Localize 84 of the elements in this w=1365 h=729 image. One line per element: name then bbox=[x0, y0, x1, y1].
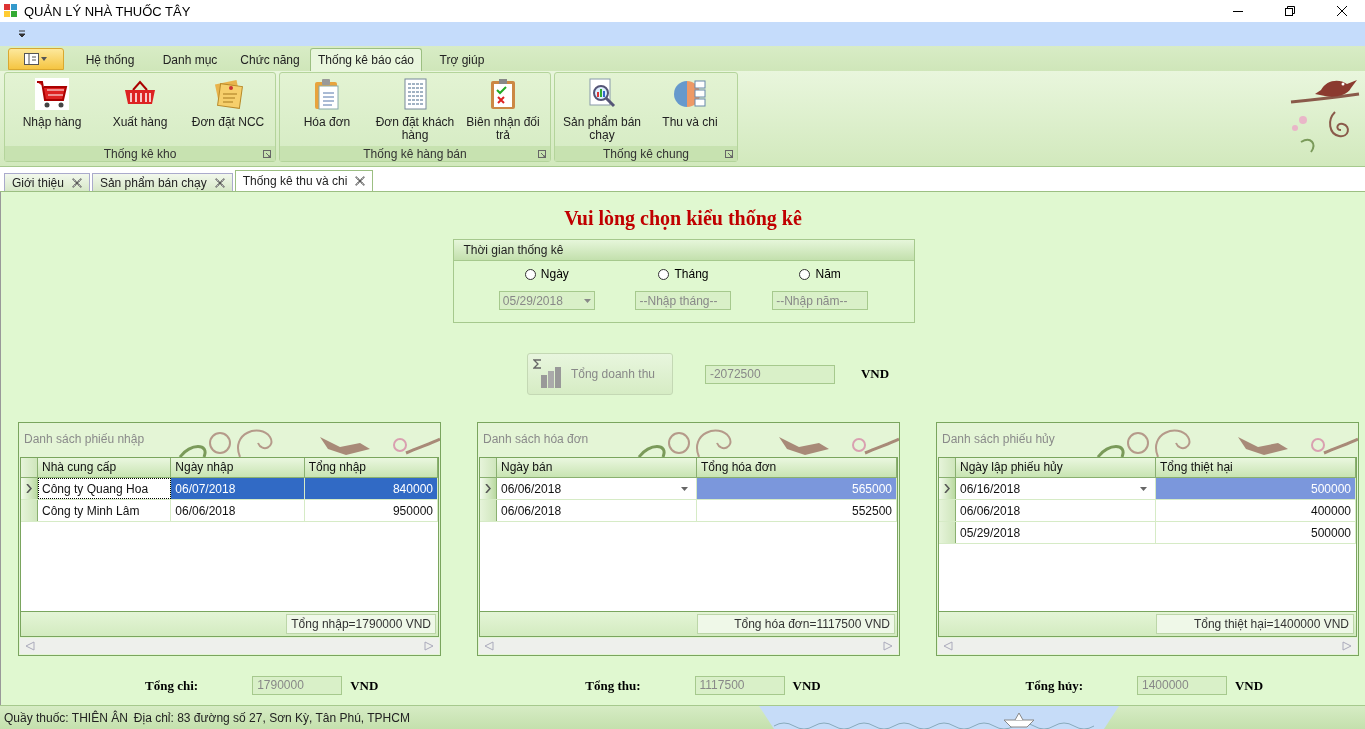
total-label: Tổng chi: bbox=[145, 677, 199, 694]
menu-caret-icon bbox=[23, 53, 49, 65]
table-cell: 950000 bbox=[304, 500, 438, 521]
group-label: Thống kê kho bbox=[103, 146, 177, 161]
tab-close-icon[interactable] bbox=[69, 175, 84, 190]
quick-access-customize-icon[interactable] bbox=[18, 30, 26, 38]
ribbon-tab[interactable]: Thống kê báo cáo bbox=[310, 48, 422, 71]
total-label: Tổng thu: bbox=[585, 677, 641, 694]
shopping-cart-icon bbox=[35, 78, 69, 110]
ribbon-tab[interactable]: Chức năng bbox=[230, 49, 310, 71]
panel-title: Danh sách phiếu nhập bbox=[24, 432, 145, 448]
ribbon-button[interactable]: Đơn đặt khách hàng bbox=[372, 75, 458, 144]
radio-label: Tháng bbox=[674, 267, 709, 281]
table-cell: 552500 bbox=[697, 500, 897, 521]
table-cell: 500000 bbox=[1156, 478, 1356, 499]
dialog-launcher-icon[interactable] bbox=[538, 150, 546, 158]
radio-label: Ngày bbox=[540, 267, 569, 281]
currency-label: VND bbox=[350, 677, 379, 694]
table-cell: 840000 bbox=[304, 478, 438, 499]
pie-diagram-icon bbox=[673, 78, 707, 110]
currency-label: VND bbox=[1234, 677, 1264, 694]
store-name: Quầy thuốc: THIÊN ÂN bbox=[4, 710, 128, 725]
ribbon-button[interactable]: Biên nhận đối trả bbox=[460, 75, 546, 144]
document-tab[interactable]: Thống kê thu và chi bbox=[234, 170, 374, 191]
tab-close-icon[interactable] bbox=[212, 175, 227, 190]
panel-title: Danh sách hóa đơn bbox=[483, 432, 589, 448]
group-label: Thống kê chung bbox=[602, 146, 690, 161]
dropdown-caret-icon[interactable] bbox=[1140, 486, 1147, 491]
table-cell: 05/29/2018 bbox=[956, 522, 1156, 543]
ribbon-button[interactable]: Thu và chi bbox=[647, 75, 733, 144]
ribbon-tab[interactable]: Trợ giúp bbox=[422, 49, 502, 71]
store-address: Địa chỉ: 83 đường số 27, Sơn Kỳ, Tân Phú, TPHCM bbox=[133, 710, 410, 725]
dialog-launcher-icon[interactable] bbox=[263, 150, 271, 158]
horizontal-scrollbar[interactable] bbox=[938, 638, 1357, 654]
summary-field: Tổng hóa đơn=1117500 VND bbox=[697, 614, 895, 634]
currency-label: VND bbox=[860, 366, 890, 382]
column-header[interactable]: Tổng nhập bbox=[304, 458, 438, 477]
horizontal-scrollbar[interactable] bbox=[20, 638, 439, 654]
table-cell: 06/06/2018 bbox=[171, 500, 305, 521]
tab-close-icon[interactable] bbox=[353, 174, 368, 188]
window-title: QUẢN LÝ NHÀ THUỐC TÂY bbox=[24, 3, 191, 19]
ribbon-button[interactable]: Sản phẩm bán chạy bbox=[559, 75, 645, 144]
table-cell: 565000 bbox=[697, 478, 897, 499]
table-cell: 06/07/2018 bbox=[171, 478, 305, 499]
table-cell: 06/06/2018 bbox=[497, 500, 697, 521]
app-icon bbox=[4, 4, 18, 18]
column-header[interactable]: Ngày lập phiếu hủy bbox=[956, 458, 1156, 477]
column-header[interactable]: Tổng thiệt hại bbox=[1156, 458, 1356, 477]
column-header[interactable]: Tổng hóa đơn bbox=[697, 458, 897, 477]
table-cell: Công ty Minh Lâm bbox=[38, 500, 172, 521]
radio-label: Năm bbox=[815, 267, 841, 281]
sum-chart-icon bbox=[532, 359, 563, 389]
table-cell: 500000 bbox=[1156, 522, 1356, 543]
table-cell: 400000 bbox=[1156, 500, 1356, 521]
dropdown-caret-icon bbox=[583, 298, 591, 303]
row-header[interactable] bbox=[939, 478, 956, 499]
ribbon-tab[interactable]: Hệ thống bbox=[70, 49, 150, 71]
ribbon-button[interactable]: Xuất hàng bbox=[97, 75, 183, 144]
document-tab[interactable]: Giới thiệu bbox=[4, 173, 90, 191]
column-header[interactable]: Nhà cung cấp bbox=[38, 458, 172, 477]
ribbon-button[interactable]: Hóa đơn bbox=[284, 75, 370, 144]
column-header[interactable]: Ngày bán bbox=[497, 458, 697, 477]
close-icon[interactable] bbox=[1337, 6, 1347, 16]
group-title: Thời gian thống kê bbox=[463, 243, 564, 257]
restore-icon[interactable] bbox=[1285, 6, 1295, 16]
summary-field: Tổng thiệt hại=1400000 VND bbox=[1156, 614, 1354, 634]
page-heading: Vui lòng chọn kiểu thống kê bbox=[564, 207, 802, 231]
application-menu-button[interactable] bbox=[8, 48, 64, 70]
row-header[interactable] bbox=[480, 478, 497, 499]
column-header[interactable]: Ngày nhập bbox=[171, 458, 305, 477]
summary-field: Tổng nhập=1790000 VND bbox=[286, 614, 436, 634]
dropdown-caret-icon[interactable] bbox=[681, 486, 688, 491]
table-cell: 06/06/2018 bbox=[956, 500, 1156, 521]
ribbon-button[interactable]: Nhập hàng bbox=[9, 75, 95, 144]
currency-label: VND bbox=[792, 677, 821, 694]
horizontal-scrollbar[interactable] bbox=[479, 638, 898, 654]
document-tab[interactable]: Sản phẩm bán chạy bbox=[91, 173, 233, 191]
ribbon-tab[interactable]: Danh mục bbox=[150, 49, 230, 71]
dialog-launcher-icon[interactable] bbox=[725, 150, 733, 158]
row-header[interactable] bbox=[21, 478, 38, 499]
panel-title: Danh sách phiếu hủy bbox=[942, 432, 1055, 448]
total-label: Tổng hủy: bbox=[1025, 677, 1083, 694]
group-label: Thống kê hàng bán bbox=[363, 146, 467, 161]
ribbon-button[interactable]: Đơn đặt NCC bbox=[185, 75, 271, 144]
